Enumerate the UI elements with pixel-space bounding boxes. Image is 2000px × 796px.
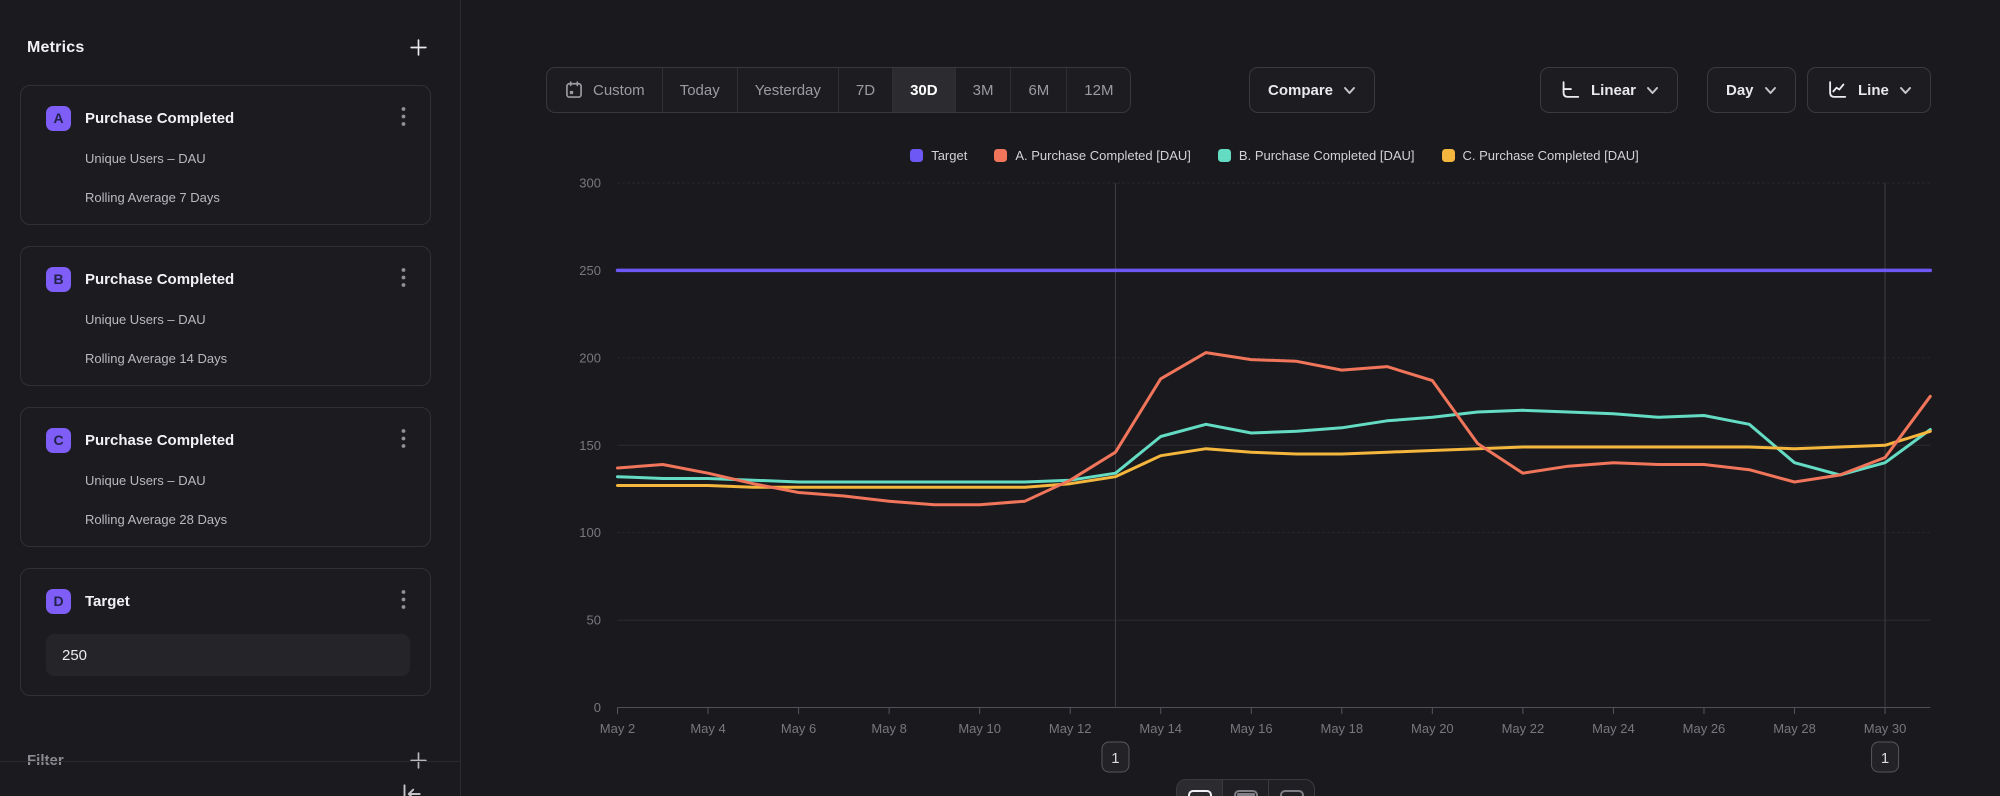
range-button-yesterday[interactable]: Yesterday xyxy=(738,68,839,112)
metric-rolling-average: Rolling Average 28 Days xyxy=(85,512,410,527)
sidebar-header: Metrics xyxy=(20,35,431,60)
metric-menu-button[interactable] xyxy=(397,104,410,132)
linear-axis-icon xyxy=(1559,79,1581,101)
metric-rolling-average: Rolling Average 14 Days xyxy=(85,351,410,366)
layout-toggle-group xyxy=(1176,779,1315,796)
metric-title: Purchase Completed xyxy=(85,110,234,127)
collapse-left-icon xyxy=(398,781,424,796)
legend-swatch xyxy=(1442,149,1455,162)
metric-card-header: A Purchase Completed xyxy=(46,104,410,132)
collapse-sidebar-button[interactable] xyxy=(398,781,424,796)
metric-card-c[interactable]: C Purchase Completed Unique Users – DAU … xyxy=(20,407,431,547)
legend-swatch xyxy=(1218,149,1231,162)
scale-select-button[interactable]: Linear xyxy=(1540,67,1678,113)
chart-panel: Custom Today Yesterday 7D 30D 3M 6M 12M Compare… xyxy=(461,0,2000,796)
metric-badge-b: B xyxy=(46,267,71,292)
plus-icon xyxy=(408,37,429,58)
add-metric-button[interactable] xyxy=(406,35,431,60)
metric-measure: Unique Users – DAU xyxy=(85,473,410,488)
metric-rolling-average: Rolling Average 7 Days xyxy=(85,190,410,205)
metric-card-target[interactable]: D Target xyxy=(20,568,431,696)
range-button-label: 3M xyxy=(973,82,994,99)
range-button-6m[interactable]: 6M xyxy=(1011,68,1067,112)
range-button-custom[interactable]: Custom xyxy=(547,68,663,112)
metric-menu-button[interactable] xyxy=(397,587,410,615)
line-chart-icon xyxy=(1826,79,1848,101)
legend-swatch xyxy=(994,149,1007,162)
range-button-label: 7D xyxy=(856,82,875,99)
date-range-group: Custom Today Yesterday 7D 30D 3M 6M 12M xyxy=(546,67,1131,113)
metric-menu-button[interactable] xyxy=(397,265,410,293)
range-button-label: Yesterday xyxy=(755,82,821,99)
chart-type-select-button[interactable]: Line xyxy=(1807,67,1931,113)
sidebar-footer-divider xyxy=(0,761,460,762)
range-button-label: 30D xyxy=(910,82,938,99)
chevron-down-icon xyxy=(1343,86,1356,95)
chart-type-label: Line xyxy=(1858,82,1889,99)
legend-label: B. Purchase Completed [DAU] xyxy=(1239,148,1415,163)
legend-item-2[interactable]: B. Purchase Completed [DAU] xyxy=(1218,148,1415,163)
range-button-label: 6M xyxy=(1028,82,1049,99)
layout-toggle-chart[interactable] xyxy=(1177,780,1223,796)
legend-item-3[interactable]: C. Purchase Completed [DAU] xyxy=(1442,148,1639,163)
interval-select-button[interactable]: Day xyxy=(1707,67,1796,113)
metric-badge-a: A xyxy=(46,106,71,131)
metric-card-header: B Purchase Completed xyxy=(46,265,410,293)
compare-label: Compare xyxy=(1268,82,1333,99)
kebab-icon xyxy=(401,589,406,610)
range-button-today[interactable]: Today xyxy=(663,68,738,112)
metric-title: Purchase Completed xyxy=(85,271,234,288)
calendar-icon xyxy=(564,80,584,100)
legend-item-0[interactable]: Target xyxy=(910,148,967,163)
metric-measure: Unique Users – DAU xyxy=(85,312,410,327)
split-panel-icon xyxy=(1234,790,1258,796)
range-button-label: 12M xyxy=(1084,82,1113,99)
target-value-input[interactable] xyxy=(46,634,410,676)
range-button-12m[interactable]: 12M xyxy=(1067,68,1130,112)
chevron-down-icon xyxy=(1764,86,1777,95)
kebab-icon xyxy=(401,428,406,449)
legend-label: Target xyxy=(931,148,967,163)
range-button-30d[interactable]: 30D xyxy=(893,68,956,112)
layout-toggle-split[interactable] xyxy=(1223,780,1269,796)
range-button-label: Custom xyxy=(593,82,645,99)
scale-label: Linear xyxy=(1591,82,1636,99)
metrics-title: Metrics xyxy=(27,39,84,57)
kebab-icon xyxy=(401,267,406,288)
legend-swatch xyxy=(910,149,923,162)
metric-card-b[interactable]: B Purchase Completed Unique Users – DAU … xyxy=(20,246,431,386)
sidebar: Metrics A Purchase Completed Unique User… xyxy=(0,0,461,796)
legend-item-1[interactable]: A. Purchase Completed [DAU] xyxy=(994,148,1191,163)
range-button-3m[interactable]: 3M xyxy=(956,68,1012,112)
kebab-icon xyxy=(401,106,406,127)
metric-card-header: D Target xyxy=(46,587,410,615)
chart-panel-icon xyxy=(1188,790,1212,796)
chart-legend: Target A. Purchase Completed [DAU] B. Purc… xyxy=(618,144,1931,166)
metric-badge-d: D xyxy=(46,589,71,614)
metric-measure: Unique Users – DAU xyxy=(85,151,410,166)
range-button-7d[interactable]: 7D xyxy=(839,68,893,112)
metric-title: Purchase Completed xyxy=(85,432,234,449)
chevron-down-icon xyxy=(1646,86,1659,95)
chevron-down-icon xyxy=(1899,86,1912,95)
interval-label: Day xyxy=(1726,82,1754,99)
table-panel-icon xyxy=(1280,790,1304,796)
metric-menu-button[interactable] xyxy=(397,426,410,454)
range-button-label: Today xyxy=(680,82,720,99)
legend-label: C. Purchase Completed [DAU] xyxy=(1463,148,1639,163)
layout-toggle-table[interactable] xyxy=(1269,780,1314,796)
metric-card-a[interactable]: A Purchase Completed Unique Users – DAU … xyxy=(20,85,431,225)
metric-title: Target xyxy=(85,593,130,610)
metric-card-header: C Purchase Completed xyxy=(46,426,410,454)
compare-button[interactable]: Compare xyxy=(1249,67,1375,113)
legend-label: A. Purchase Completed [DAU] xyxy=(1015,148,1191,163)
metric-badge-c: C xyxy=(46,428,71,453)
